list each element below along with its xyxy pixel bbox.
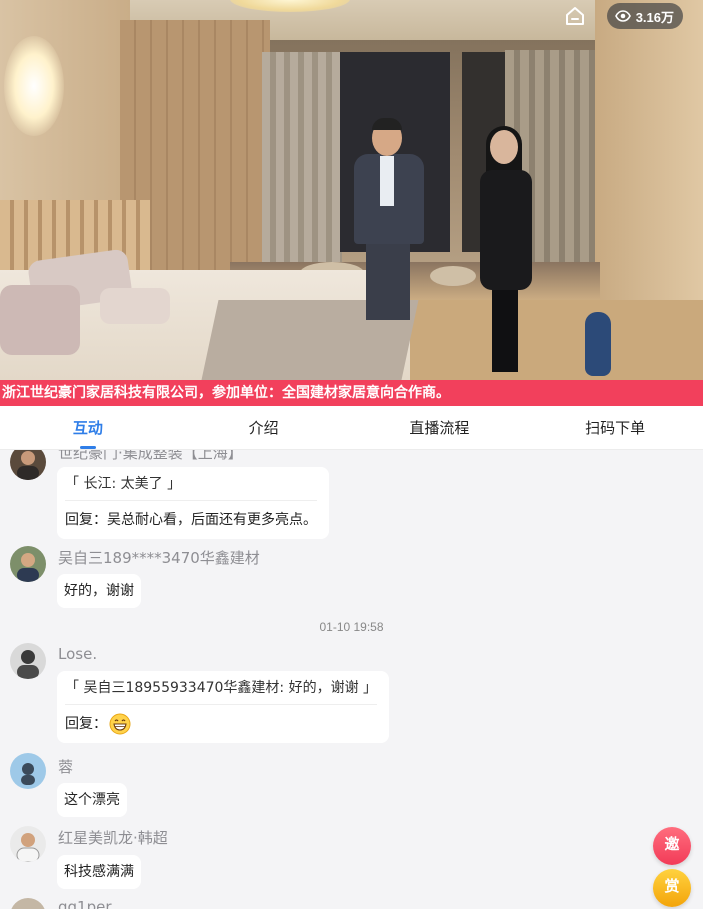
chat-username: 红星美凯龙·韩超 bbox=[58, 829, 168, 847]
video-toolbar: 3.16万 bbox=[561, 3, 683, 29]
reward-button[interactable]: 赏 bbox=[653, 869, 691, 907]
announcement-text: 浙江世纪豪门家居科技有限公司，参加单位：全国建材家居意向合作商。 bbox=[2, 385, 450, 401]
video-scene-wall-lamp bbox=[4, 36, 64, 136]
chat-username: qq1per bbox=[58, 898, 112, 909]
video-scene-vase bbox=[585, 312, 611, 376]
reply-text: 回复： bbox=[65, 716, 107, 732]
eye-icon bbox=[614, 10, 631, 22]
avatar bbox=[10, 546, 46, 582]
reply-text: 回复：吴总耐心看，后面还有更多亮点。 bbox=[65, 512, 317, 528]
video-scene-pillow bbox=[0, 285, 80, 355]
viewer-count-badge: 3.16万 bbox=[606, 3, 683, 29]
tab-scan-to-order[interactable]: 扫码下单 bbox=[527, 406, 703, 449]
home-icon bbox=[565, 7, 584, 25]
tab-interaction[interactable]: 互动 bbox=[0, 406, 176, 449]
chat-username: 世纪豪门·集成整装【上海】 bbox=[58, 450, 243, 462]
grinning-face-emoji-icon bbox=[109, 713, 131, 735]
viewer-count: 3.16万 bbox=[635, 9, 674, 25]
avatar bbox=[10, 450, 46, 480]
invite-button[interactable]: 邀 bbox=[653, 827, 691, 865]
avatar bbox=[10, 643, 46, 679]
video-scene-pillow bbox=[100, 288, 170, 324]
video-scene-floor-cushion bbox=[430, 266, 476, 286]
video-scene-presenter-man bbox=[350, 118, 426, 320]
quoted-message: 「 长江: 太美了 」 bbox=[65, 467, 317, 501]
avatar bbox=[10, 898, 46, 909]
video-scene-curtain-left bbox=[262, 52, 342, 267]
quoted-message: 「 吴自三18955933470华鑫建材: 好的，谢谢 」 bbox=[65, 671, 378, 705]
chat-bubble: 科技感满满 bbox=[57, 855, 141, 889]
chat-bubble: 这个漂亮 bbox=[57, 783, 127, 817]
chat-bubble: 好的，谢谢 bbox=[57, 574, 141, 608]
tab-live-schedule[interactable]: 直播流程 bbox=[352, 406, 528, 449]
chat-list[interactable]: 世纪豪门·集成整装【上海】 「 长江: 太美了 」 回复：吴总耐心看，后面还有更… bbox=[0, 450, 703, 909]
chat-reply-bubble: 「 长江: 太美了 」 回复：吴总耐心看，后面还有更多亮点。 bbox=[57, 467, 329, 539]
scrolling-announcement: 浙江世纪豪门家居科技有限公司，参加单位：全国建材家居意向合作商。 bbox=[0, 380, 703, 406]
chat-username: Lose. bbox=[58, 645, 98, 663]
video-scene-presenter-woman bbox=[478, 126, 534, 375]
live-video-player[interactable]: 3.16万 bbox=[0, 0, 703, 380]
chat-username: 吴自三189****3470华鑫建材 bbox=[58, 549, 260, 567]
reply-line: 回复： bbox=[65, 705, 377, 743]
chat-username: 蓉 bbox=[58, 758, 74, 776]
chat-reply-bubble: 「 吴自三18955933470华鑫建材: 好的，谢谢 」 回复： bbox=[57, 671, 390, 743]
avatar bbox=[10, 753, 46, 789]
home-button[interactable] bbox=[561, 3, 589, 29]
tab-bar: 互动 介绍 直播流程 扫码下单 bbox=[0, 406, 703, 450]
chat-timestamp: 01-10 19:58 bbox=[319, 620, 384, 634]
tab-introduction[interactable]: 介绍 bbox=[176, 406, 352, 449]
avatar bbox=[10, 826, 46, 862]
